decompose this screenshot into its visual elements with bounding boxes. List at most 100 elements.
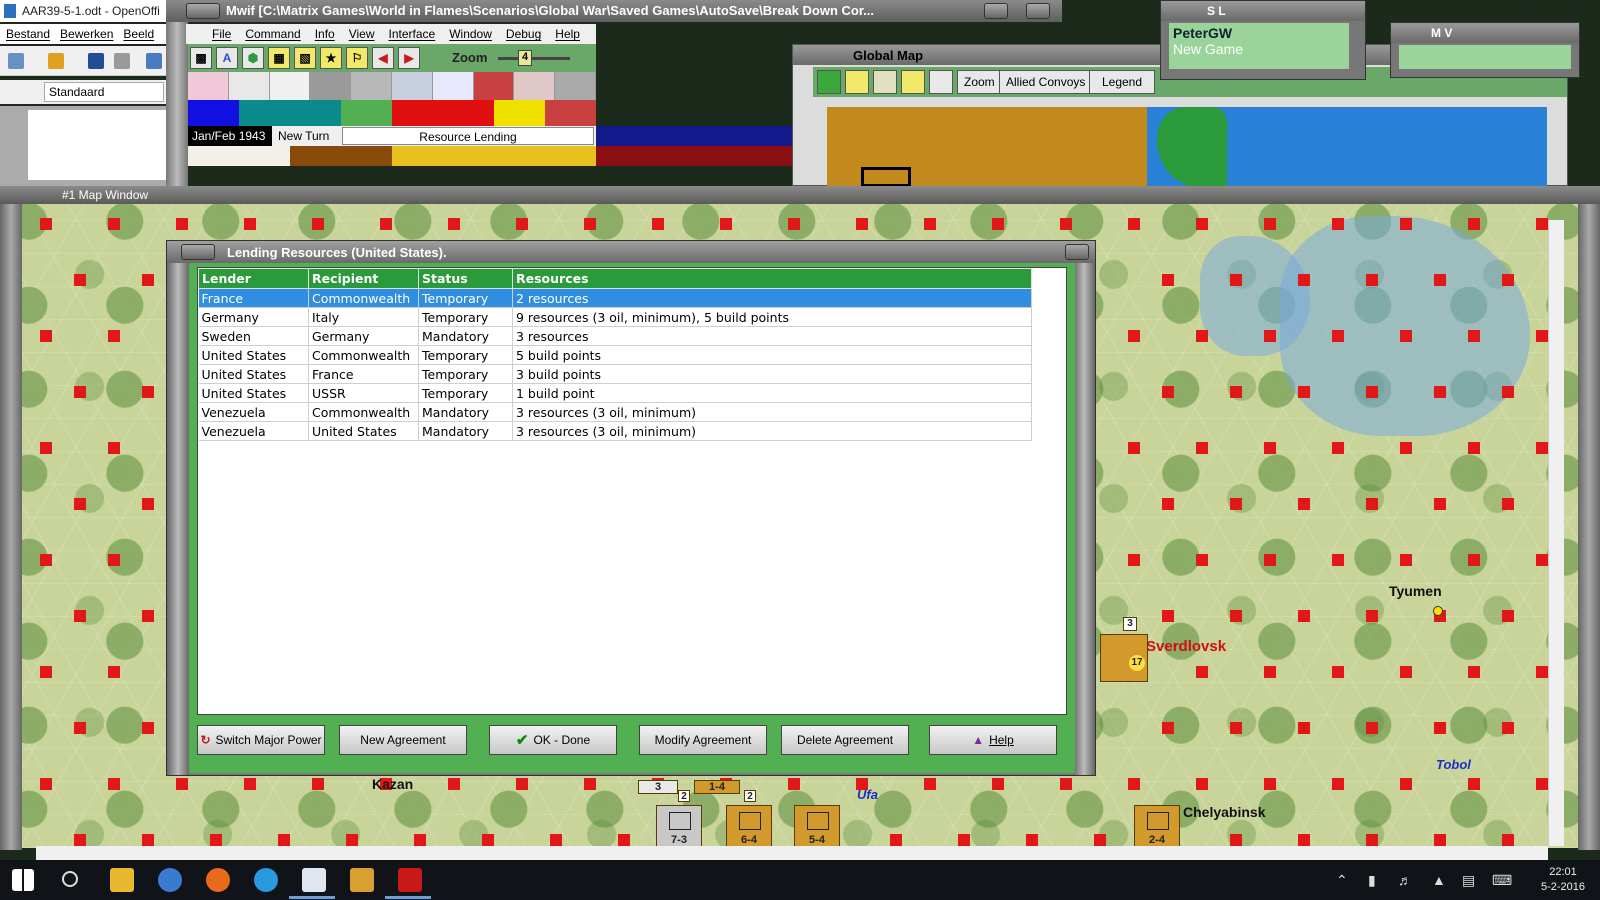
flag-rising-sun-icon[interactable] [269, 72, 311, 100]
openoffice-document-area[interactable] [0, 106, 168, 186]
start-windows-icon[interactable] [12, 869, 34, 891]
railway-icon[interactable]: ▩ [190, 47, 212, 69]
flag-france-icon[interactable] [432, 72, 474, 100]
save-icon[interactable] [88, 53, 104, 69]
mail-icon[interactable] [114, 53, 130, 69]
menu-command[interactable]: Command [245, 27, 300, 41]
modify-agreement-button[interactable]: Modify Agreement [639, 725, 767, 755]
map-vertical-scrollbar[interactable] [1548, 220, 1564, 846]
hex-icon[interactable]: ⬢ [242, 47, 264, 69]
system-menu-icon[interactable] [186, 3, 220, 19]
menu-bewerken[interactable]: Bewerken [60, 27, 113, 41]
unit-counter-aircraft[interactable]: 17 [1100, 634, 1148, 682]
arrow-right-icon[interactable]: ▶ [398, 47, 420, 69]
menu-beeld[interactable]: Beeld [123, 27, 154, 41]
menu-file[interactable]: File [212, 27, 231, 41]
col-resources[interactable]: Resources [512, 268, 1032, 289]
unit-counter-4[interactable]: 2-4 [1134, 805, 1180, 851]
zoom-slider-knob[interactable]: 4 [518, 50, 532, 66]
firefox-icon[interactable] [206, 868, 230, 892]
system-clock[interactable]: 22:01 5-2-2016 [1530, 865, 1596, 895]
flag-icon[interactable] [555, 72, 596, 100]
flag-icon[interactable] [228, 72, 270, 100]
minimize-icon[interactable]: – [1478, 0, 1486, 17]
table-row[interactable]: United States Commonwealth Temporary 5 buil… [198, 345, 1032, 365]
tray-chevron-up-icon[interactable]: ⌃ [1336, 872, 1348, 889]
lending-agreements-table[interactable]: Lender Recipient Status Resources France… [197, 267, 1067, 715]
menu-window[interactable]: Window [449, 27, 492, 41]
writer-icon[interactable] [302, 868, 326, 892]
flag-icon[interactable]: ⚐ [346, 47, 368, 69]
star-icon[interactable]: ★ [320, 47, 342, 69]
flag-icon[interactable] [873, 70, 897, 94]
keyboard-icon[interactable]: ⌨ [1492, 872, 1512, 889]
table-row[interactable]: Germany Italy Temporary 9 resources (3 oil,… [198, 307, 1032, 327]
menu-help[interactable]: Help [555, 27, 580, 41]
table-row[interactable]: Venezuela Commonwealth Mandatory 3 resource… [198, 402, 1032, 422]
close-icon[interactable]: ✕ [1566, 0, 1579, 18]
close-button[interactable] [1026, 3, 1050, 19]
flag-usa-icon[interactable] [473, 72, 515, 100]
new-agreement-button[interactable]: New Agreement [339, 725, 467, 755]
file-explorer-icon[interactable] [110, 868, 134, 892]
col-recipient[interactable]: Recipient [308, 268, 419, 289]
table-row[interactable]: Sweden Germany Mandatory 3 resources [198, 326, 1032, 346]
map-layer-icon[interactable] [901, 70, 925, 94]
hex-icon[interactable] [817, 70, 841, 94]
volume-icon[interactable]: ♬ [1398, 872, 1412, 888]
search-icon[interactable] [62, 871, 78, 887]
flag-japan-icon[interactable] [188, 72, 229, 100]
game-launcher-icon[interactable] [350, 868, 374, 892]
menu-view[interactable]: View [349, 27, 375, 41]
pin-icon[interactable] [929, 70, 953, 94]
table-row[interactable]: United States USSR Temporary 1 build point [198, 383, 1032, 403]
table-row[interactable]: Venezuela United States Mandatory 3 resourc… [198, 421, 1032, 441]
dialog-system-menu-icon[interactable] [181, 244, 215, 260]
thunderbird-icon[interactable] [158, 868, 182, 892]
map-layer-icon[interactable]: ▦ [268, 47, 290, 69]
legend-button[interactable]: Legend [1089, 70, 1155, 94]
arrow-left-icon[interactable]: ◀ [372, 47, 394, 69]
counter-stack-tab[interactable]: 3 [638, 780, 678, 794]
menu-debug[interactable]: Debug [506, 27, 541, 41]
star-icon[interactable] [845, 70, 869, 94]
browser-icon[interactable] [254, 868, 278, 892]
unit-layer-icon[interactable]: ▧ [294, 47, 316, 69]
counter-stack-tab[interactable]: 1-4 [694, 780, 740, 794]
flag-icon[interactable] [351, 72, 392, 100]
flag-icon[interactable] [514, 72, 556, 100]
new-doc-icon[interactable] [8, 53, 24, 69]
menu-info[interactable]: Info [315, 27, 335, 41]
help-button[interactable]: ▲ Help [929, 725, 1057, 755]
switch-major-power-button[interactable]: ↻ Switch Major Power [197, 725, 325, 755]
battery-icon[interactable]: ▮ [1368, 872, 1376, 889]
minimize-button[interactable] [984, 3, 1008, 19]
col-status[interactable]: Status [418, 268, 513, 289]
restore-icon[interactable]: ❐ [1522, 0, 1535, 18]
ok-done-button[interactable]: ✔ OK - Done [489, 725, 617, 755]
paragraph-style-select[interactable]: Standaard [44, 82, 164, 102]
table-row[interactable]: United States France Temporary 3 build poin… [198, 364, 1032, 384]
menu-bestand[interactable]: Bestand [6, 27, 50, 41]
unit-counter-1[interactable]: 7-3 [656, 805, 702, 851]
global-map-view[interactable] [827, 107, 1547, 187]
edit-icon[interactable] [146, 53, 162, 69]
delete-agreement-button[interactable]: Delete Agreement [781, 725, 909, 755]
mwif-app-icon[interactable] [398, 868, 422, 892]
map-horizontal-scrollbar[interactable] [36, 846, 1548, 860]
unit-counter-3[interactable]: 5-4 [794, 805, 840, 851]
flag-icon[interactable] [310, 72, 352, 100]
flag-uk-icon[interactable] [391, 72, 433, 100]
viewport-box[interactable] [861, 167, 911, 187]
dialog-close-button[interactable] [1065, 244, 1089, 260]
text-label-icon[interactable]: A [216, 47, 238, 69]
col-lender[interactable]: Lender [198, 268, 309, 289]
open-folder-icon[interactable] [48, 53, 64, 69]
wifi-icon[interactable]: ▲ [1432, 872, 1446, 888]
zoom-slider-track[interactable] [498, 57, 570, 60]
notifications-icon[interactable]: ▤ [1462, 872, 1475, 889]
global-zoom-button[interactable]: Zoom [957, 70, 1002, 94]
unit-counter-2[interactable]: 6-4 [726, 805, 772, 851]
menu-interface[interactable]: Interface [389, 27, 436, 41]
allied-convoys-button[interactable]: Allied Convoys [999, 70, 1093, 94]
